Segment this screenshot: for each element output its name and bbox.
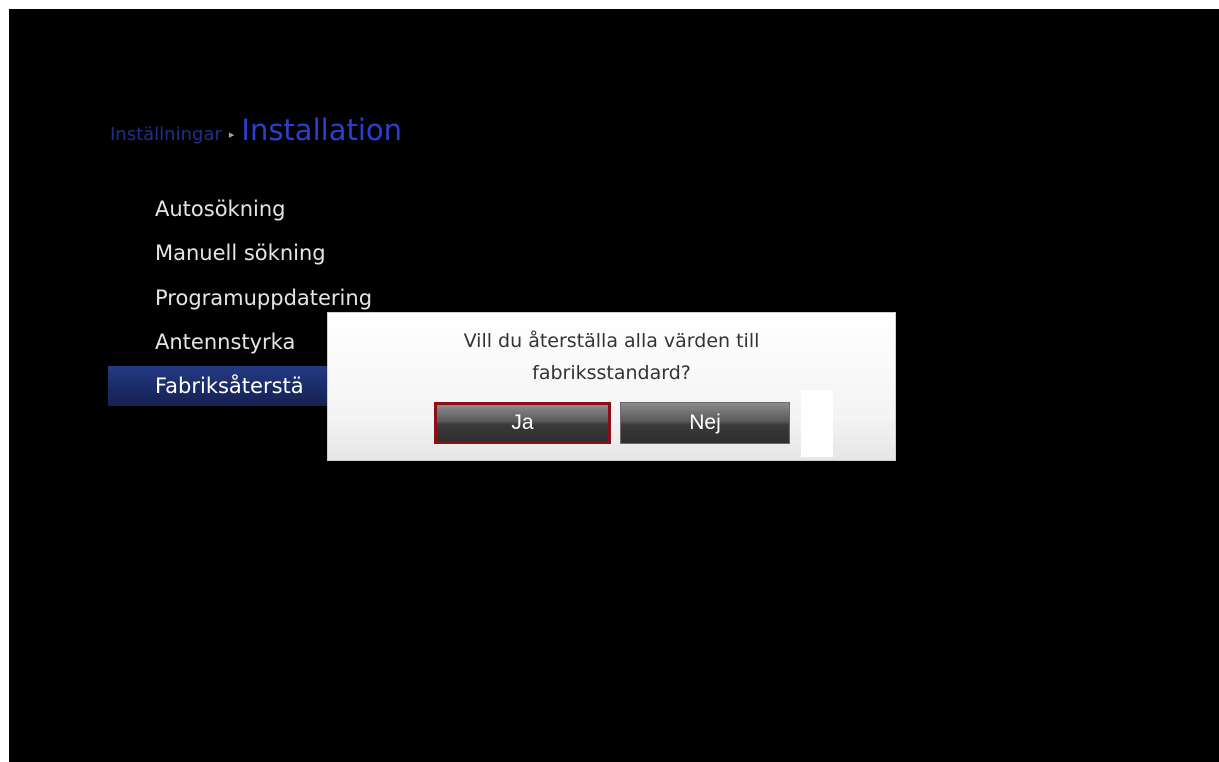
breadcrumb-parent[interactable]: Inställningar [110,124,222,145]
dialog-message: Vill du återställa alla värden till fabr… [358,325,865,389]
dialog-message-line-2: fabriksstandard? [532,362,691,384]
dialog-message-line-1: Vill du återställa alla värden till [463,330,760,352]
no-button[interactable]: Nej [620,402,790,444]
menu-item-manuell-sokning[interactable]: Manuell sökning [155,233,326,273]
yes-button[interactable]: Ja [434,402,611,444]
breadcrumb: Inställningar ▸ Installation [110,113,402,147]
confirm-dialog: Vill du återställa alla värden till fabr… [327,312,896,461]
menu-item-antennstyrka[interactable]: Antennstyrka [155,322,295,362]
breadcrumb-separator-icon: ▸ [228,128,235,141]
menu-item-fabriksaterstallning[interactable]: Fabriksåterstä [108,366,338,406]
tv-screen: Inställningar ▸ Installation Autosökning… [9,9,1219,762]
white-patch [801,390,833,457]
page-title: Installation [241,113,403,147]
menu-item-autosokning[interactable]: Autosökning [155,189,286,229]
